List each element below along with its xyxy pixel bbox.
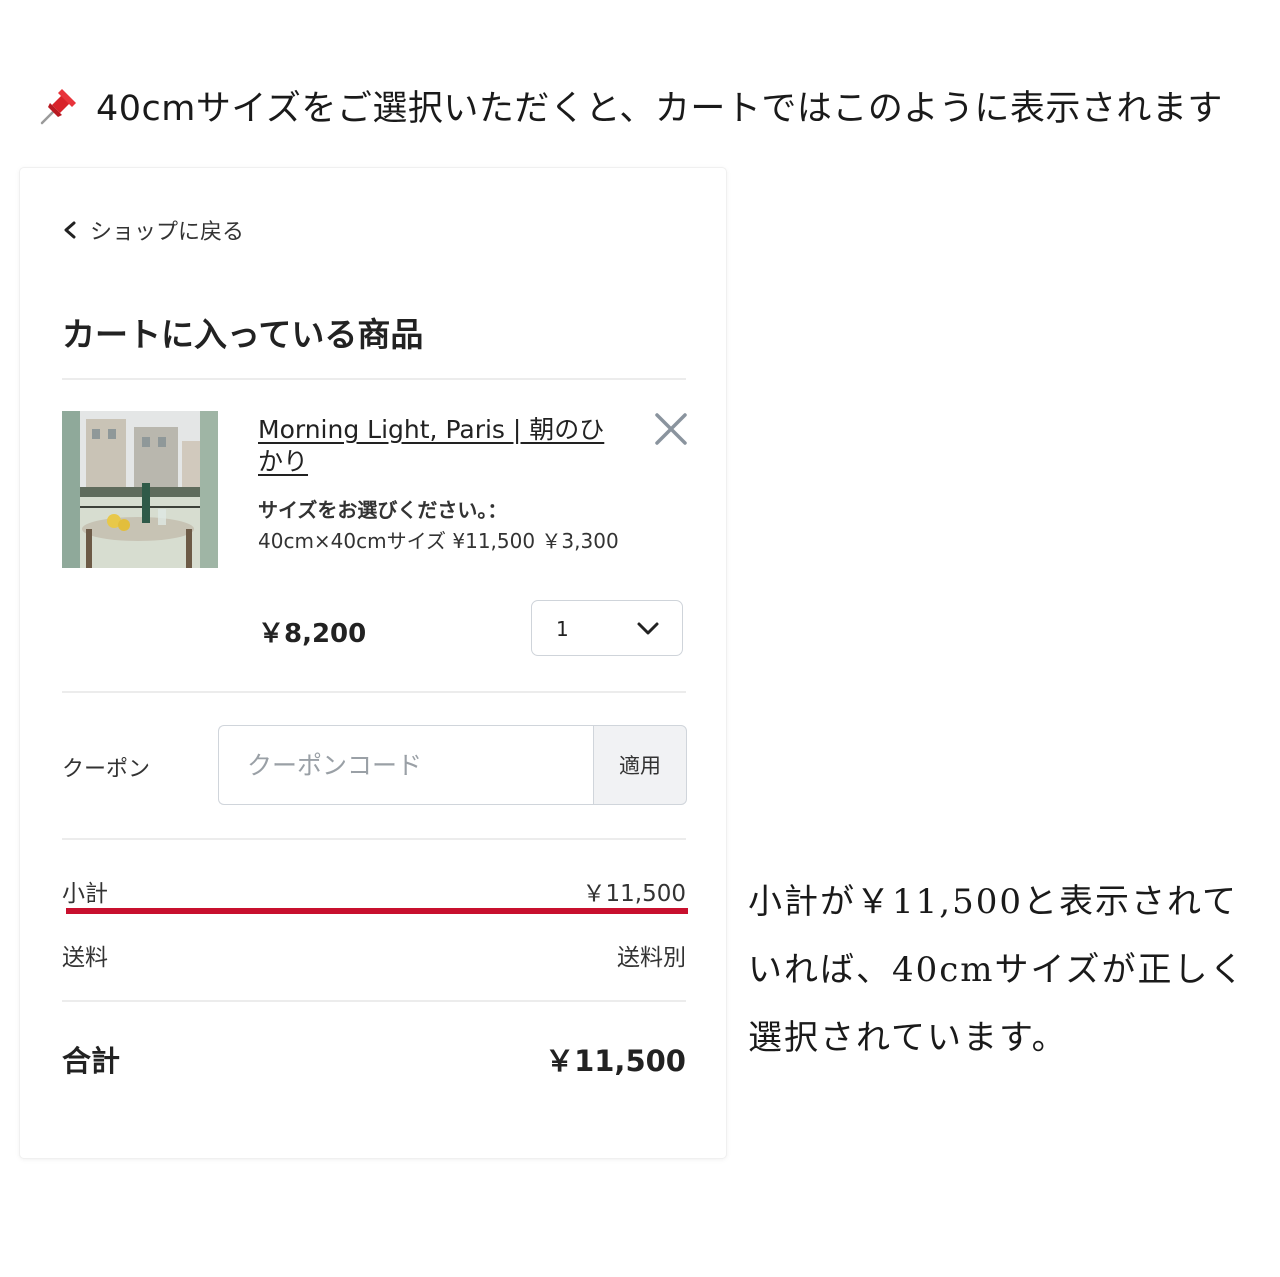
total-value: ￥11,500 — [545, 1044, 686, 1078]
shipping-value: 送料別 — [617, 945, 686, 971]
subtotal-value: ￥11,500 — [582, 881, 686, 907]
product-name-link[interactable]: Morning Light, Paris | 朝のひかり — [258, 414, 628, 478]
divider — [62, 838, 686, 840]
quantity-value: 1 — [556, 617, 569, 641]
highlight-underline — [66, 908, 688, 914]
divider — [62, 378, 686, 380]
coupon-code-input[interactable] — [218, 725, 594, 805]
subtotal-label: 小計 — [62, 881, 108, 907]
divider — [62, 1000, 686, 1002]
remove-item-button[interactable] — [652, 410, 690, 448]
total-label: 合計 — [62, 1044, 121, 1078]
pushpin-icon — [38, 83, 82, 127]
apply-coupon-button[interactable]: 適用 — [593, 725, 687, 805]
back-to-shop-link[interactable]: ショップに戻る — [62, 214, 244, 246]
chevron-down-icon — [637, 622, 659, 635]
quantity-select[interactable]: 1 — [531, 600, 683, 656]
close-icon — [655, 413, 687, 445]
item-price: ￥8,200 — [258, 619, 367, 649]
divider — [62, 691, 686, 693]
variant-value: 40cm×40cmサイズ ¥11,500 ￥3,300 — [258, 529, 619, 553]
annotation-note: 小計が￥11,500と表示されていれば、40cmサイズが正しく選択されています。 — [748, 882, 1246, 1058]
coupon-label: クーポン — [62, 757, 151, 782]
back-to-shop-label: ショップに戻る — [90, 220, 245, 245]
chevron-left-icon — [64, 221, 76, 239]
cart-title: カートに入っている商品 — [62, 315, 424, 354]
annotation-heading: 40cmサイズをご選択いただくと、カートではこのように表示されます — [38, 78, 1223, 132]
product-thumbnail[interactable] — [62, 411, 218, 568]
shipping-label: 送料 — [62, 945, 108, 971]
annotation-heading-text: 40cmサイズをご選択いただくと、カートではこのように表示されます — [96, 88, 1223, 129]
cart-panel: ショップに戻る カートに入っている商品 Morning Light, Paris… — [20, 168, 726, 1158]
variant-label: サイズをお選びください。： — [258, 498, 508, 522]
